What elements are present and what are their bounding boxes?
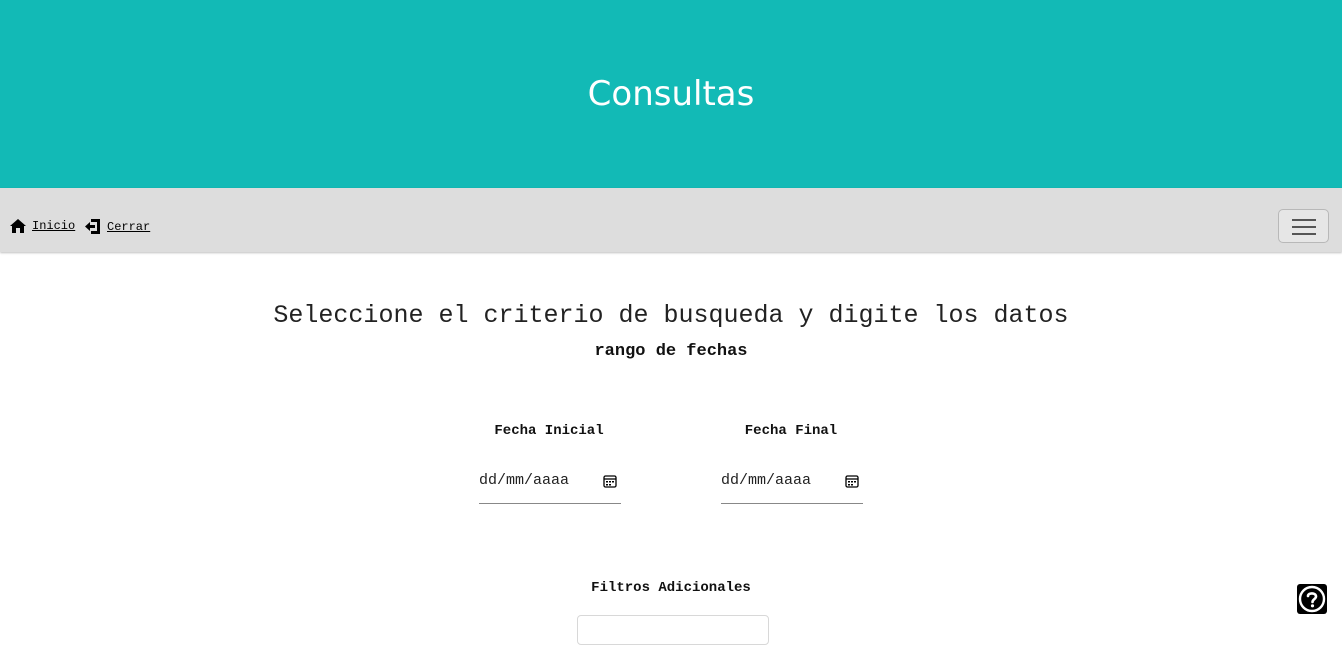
calendar-icon[interactable] (603, 474, 617, 488)
close-link-label: Cerrar (107, 219, 151, 234)
additional-filters-select[interactable] (577, 615, 769, 645)
page-header: Consultas (0, 0, 1342, 188)
end-date-input[interactable]: dd/mm/aaaa (721, 466, 863, 504)
calendar-icon[interactable] (845, 474, 859, 488)
help-button[interactable] (1297, 584, 1327, 614)
search-criterion: rango de fechas (594, 342, 748, 361)
hamburger-icon (1292, 219, 1316, 221)
help-icon (1298, 585, 1326, 613)
home-link-label: Inicio (32, 219, 76, 233)
page-title: Consultas (587, 74, 755, 114)
start-date-input[interactable]: dd/mm/aaaa (479, 466, 621, 504)
additional-filters-label: Filtros Adicionales (591, 580, 751, 596)
navbar: Inicio Cerrar (0, 188, 1342, 252)
menu-toggle-button[interactable] (1278, 209, 1329, 243)
sign-out-icon (85, 219, 100, 234)
close-link[interactable]: Cerrar (85, 219, 150, 234)
start-date-placeholder: dd/mm/aaaa (479, 472, 570, 489)
end-date-label: Fecha Final (744, 423, 838, 439)
end-date-placeholder: dd/mm/aaaa (721, 472, 812, 489)
home-link[interactable]: Inicio (10, 219, 75, 233)
search-instructions: Seleccione el criterio de busqueda y dig… (273, 301, 1069, 330)
home-icon (10, 219, 26, 233)
start-date-label: Fecha Inicial (494, 423, 604, 439)
